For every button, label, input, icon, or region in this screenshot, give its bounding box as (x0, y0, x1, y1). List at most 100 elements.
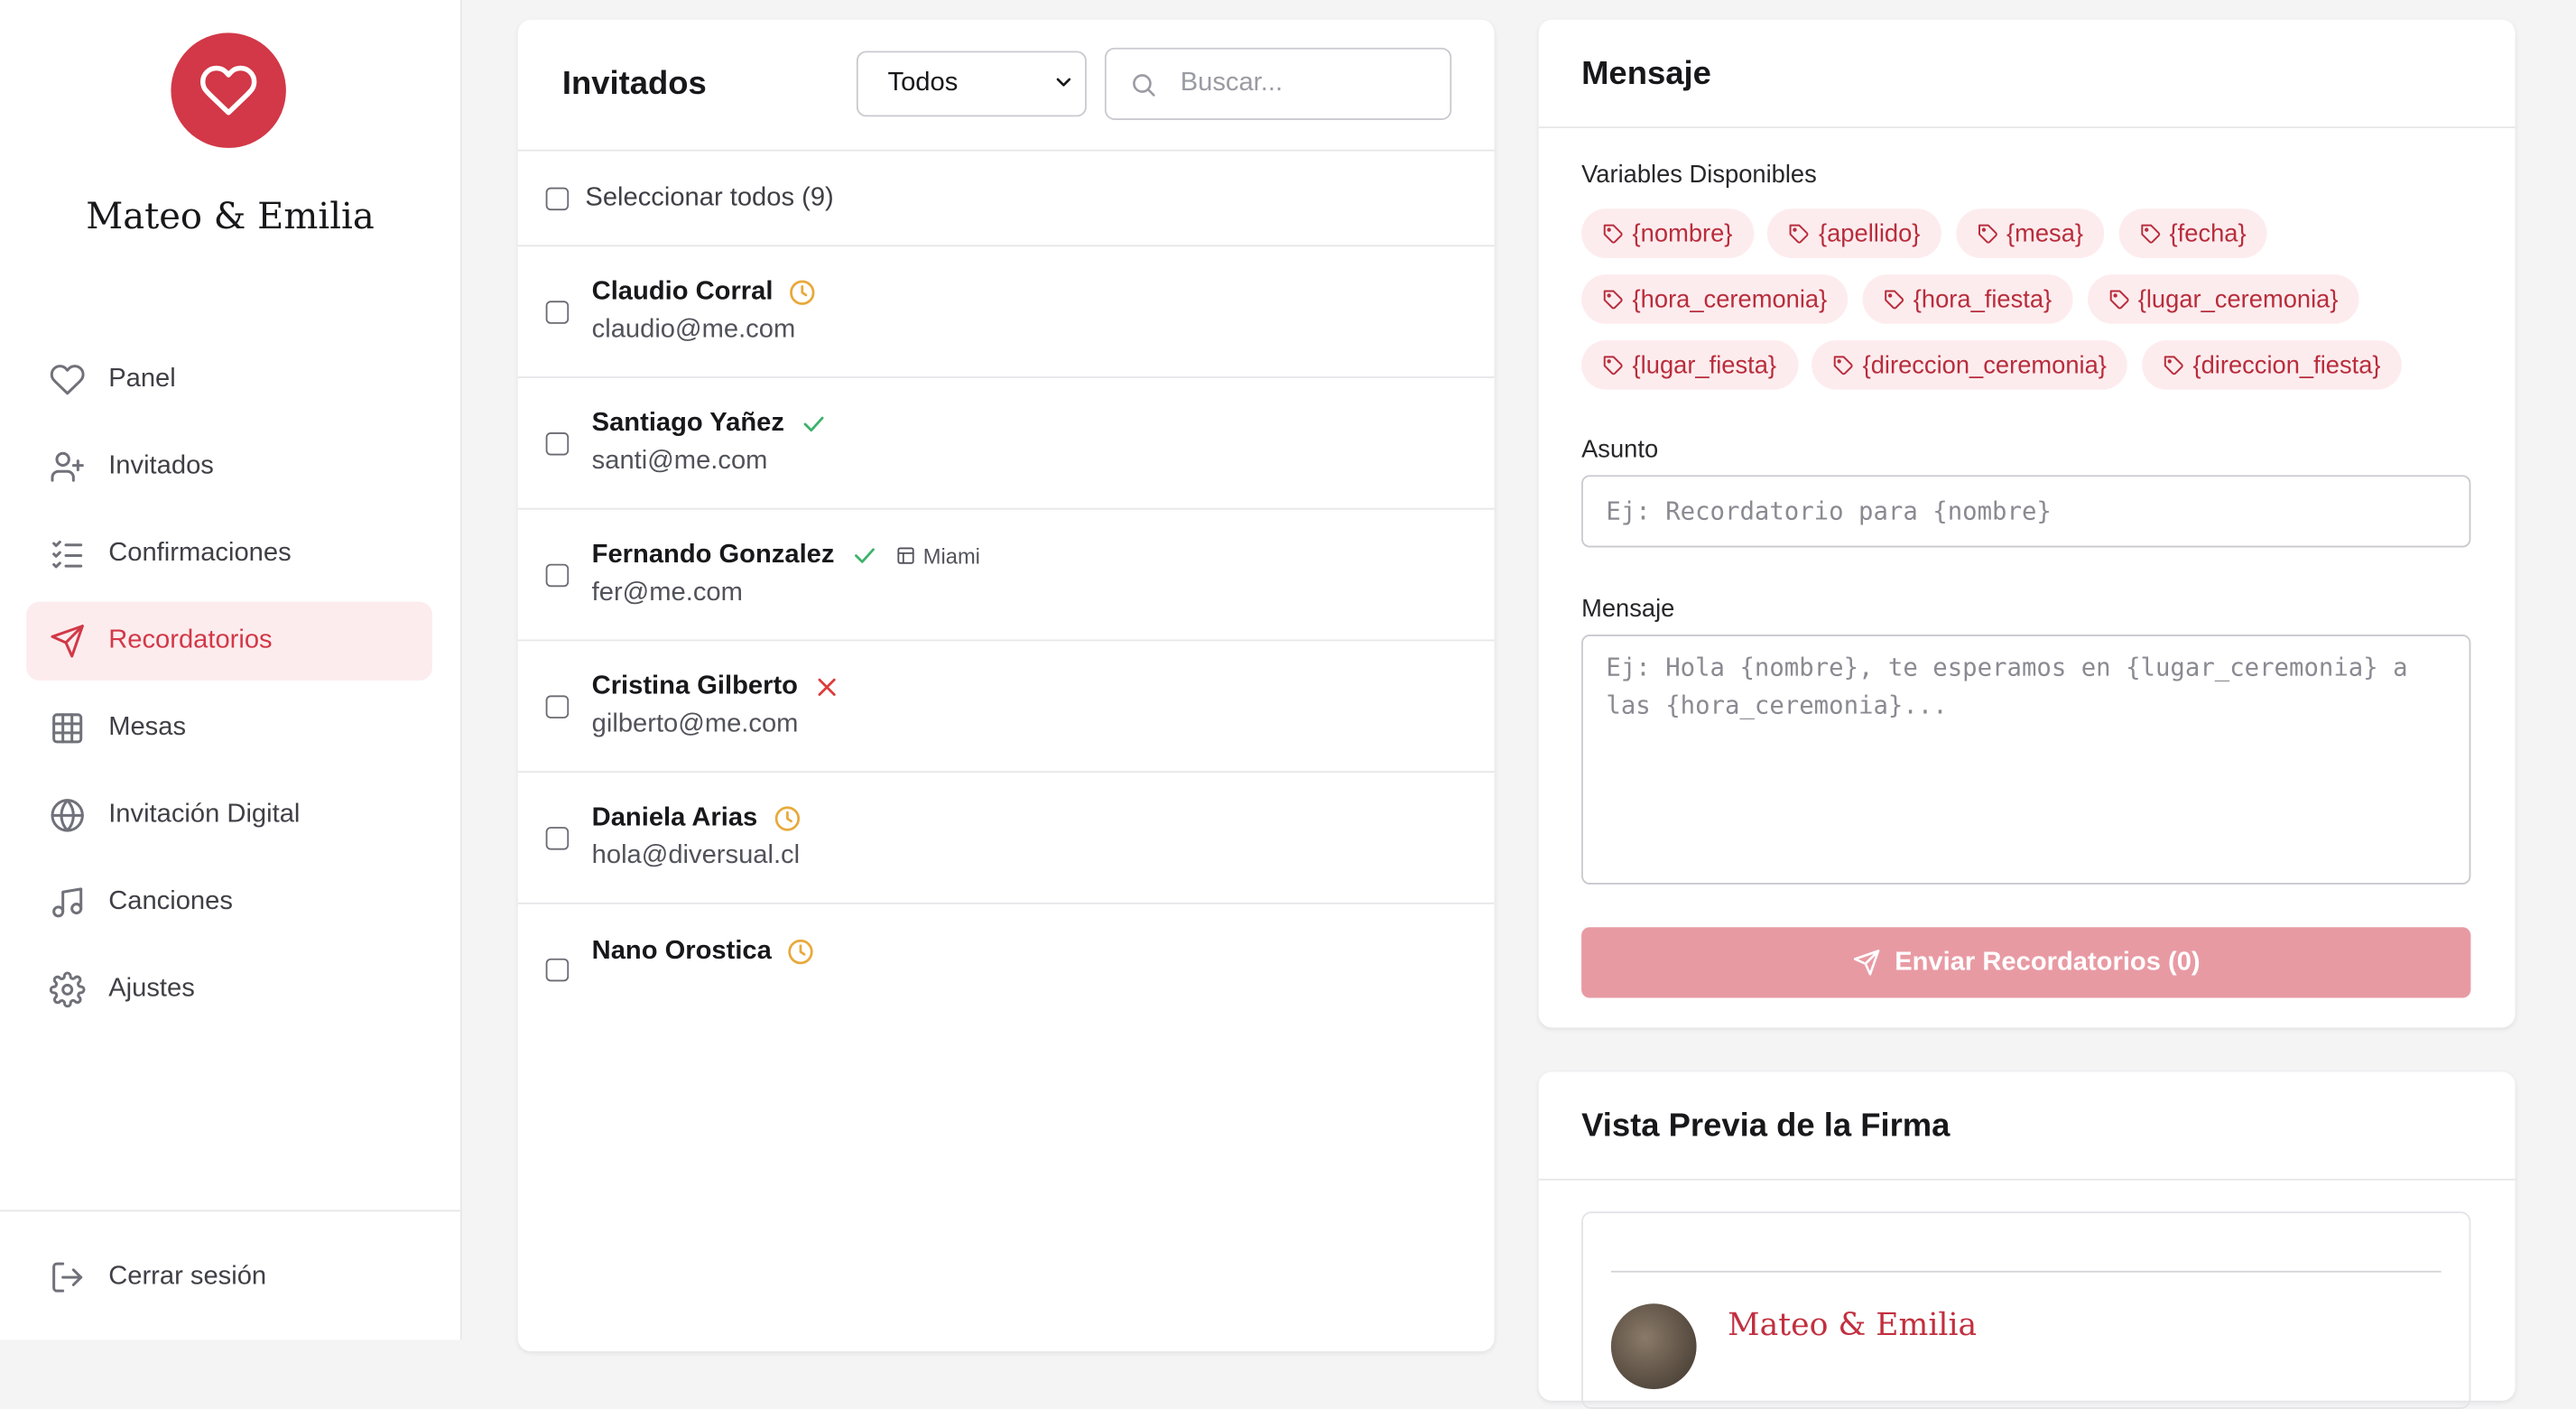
variable-chip-label: {direccion_fiesta} (2192, 350, 2381, 379)
table-name: Miami (922, 542, 980, 569)
variable-chip[interactable]: {lugar_ceremonia} (2087, 274, 2360, 324)
variables-list: {nombre} {apellido} {mesa} {fecha} {hora… (1581, 209, 2478, 406)
variable-chip[interactable]: {lugar_fiesta} (1581, 340, 1798, 390)
logo (171, 32, 286, 148)
app-root: Mateo & Emilia Panel Invitados Confirmac… (0, 0, 2576, 1409)
variable-chip-label: {apellido} (1818, 219, 1921, 248)
tag-icon (2140, 223, 2160, 243)
sidebar-item-label: Invitación Digital (108, 800, 301, 829)
body-placeholder-line: las {hora_ceremonia}... (1606, 690, 1948, 720)
gear-icon (49, 971, 86, 1008)
send-reminders-button[interactable]: Enviar Recordatorios (0) (1581, 927, 2471, 998)
clock-pending-icon (790, 280, 815, 305)
guest-checkbox[interactable] (545, 958, 570, 982)
search-placeholder: Buscar... (1180, 69, 1283, 97)
variable-chip-label: {lugar_fiesta} (1632, 350, 1777, 379)
variable-chip[interactable]: {direccion_ceremonia} (1812, 340, 2128, 390)
sidebar-item-label: Panel (108, 365, 176, 394)
signature-divider (1610, 1270, 2442, 1273)
logout-icon (52, 1262, 83, 1293)
table-tag: Miami (895, 543, 980, 568)
message-header: Mensaje (1538, 20, 2516, 129)
variable-chip-label: {nombre} (1632, 219, 1733, 248)
sidebar-item-panel[interactable]: Panel (26, 340, 432, 419)
variable-chip[interactable]: {nombre} (1581, 209, 1755, 258)
tag-icon (1790, 223, 1810, 243)
variable-chip-label: {mesa} (2006, 219, 2084, 248)
guest-checkbox[interactable] (545, 562, 570, 587)
body-placeholder-line: Ej: Hola {nombre}, te esperamos en {luga… (1606, 653, 2408, 682)
message-panel: Mensaje Variables Disponibles {nombre} {… (1538, 19, 2516, 1028)
sidebar-item-recordatorios[interactable]: Recordatorios (26, 601, 433, 681)
guest-email: hola@diversual.cl (591, 841, 801, 870)
tag-icon (1603, 355, 1623, 375)
guest-checkbox[interactable] (545, 300, 570, 323)
guest-row[interactable]: Claudio Corral claudio@me.com (517, 246, 1495, 378)
logout-label: Cerrar sesión (108, 1262, 267, 1291)
guest-row[interactable]: Cristina Gilberto gilberto@me.com (517, 641, 1495, 774)
preview-title: Vista Previa de la Firma (1581, 1108, 1951, 1145)
sidebar-item-confirmaciones[interactable]: Confirmaciones (26, 514, 432, 593)
guest-email: fer@me.com (591, 579, 743, 607)
select-all-row[interactable]: Seleccionar todos (9) (517, 152, 1495, 247)
tag-icon (1603, 289, 1623, 309)
variable-chip[interactable]: {direccion_fiesta} (2142, 340, 2403, 390)
variable-chip[interactable]: {fecha} (2118, 209, 2268, 258)
guest-row[interactable]: Daniela Arias hola@diversual.cl (517, 773, 1495, 904)
variable-chip[interactable]: {hora_fiesta} (1862, 274, 2073, 324)
sidebar-item-mesas[interactable]: Mesas (26, 689, 432, 767)
variable-chip-label: {lugar_ceremonia} (2137, 284, 2339, 313)
message-title: Mensaje (1581, 55, 1711, 92)
sidebar: Mateo & Emilia Panel Invitados Confirmac… (0, 0, 462, 1340)
variable-chip-label: {hora_fiesta} (1913, 284, 2052, 313)
guest-email: santi@me.com (591, 447, 768, 476)
sidebar-item-label: Ajustes (108, 975, 195, 1003)
guest-name: Cristina Gilberto (591, 672, 798, 700)
logout-button[interactable]: Cerrar sesión (50, 1259, 266, 1295)
guest-name: Daniela Arias (591, 803, 758, 832)
guest-checkbox[interactable] (545, 694, 570, 718)
signature-name: Mateo & Emilia (1728, 1306, 1978, 1344)
tag-icon (2164, 355, 2183, 375)
guest-row[interactable]: Nano Orostica (518, 904, 1495, 1003)
status-filter-select[interactable]: Todos (856, 51, 1087, 117)
select-all-checkbox[interactable] (545, 186, 570, 210)
message-textarea[interactable]: Ej: Hola {nombre}, te esperamos en {luga… (1581, 635, 2471, 885)
music-icon (52, 887, 83, 918)
clock-pending-icon (788, 939, 814, 965)
heart-logo-icon (199, 65, 257, 116)
sidebar-item-label: Invitados (108, 451, 214, 480)
tag-icon (1833, 355, 1853, 375)
search-input[interactable]: Buscar... (1104, 47, 1452, 120)
variable-chip-label: {fecha} (2169, 219, 2247, 248)
variable-chip[interactable]: {mesa} (1955, 209, 2105, 258)
sidebar-item-label: Confirmaciones (108, 539, 292, 568)
sidebar-item-ajustes[interactable]: Ajustes (26, 950, 432, 1029)
sidebar-item-invitacion-digital[interactable]: Invitación Digital (26, 776, 432, 855)
sidebar-item-label: Mesas (108, 713, 187, 742)
grid-icon (52, 713, 83, 744)
guest-row[interactable]: Santiago Yañez santi@me.com (517, 378, 1495, 510)
guest-row[interactable]: Fernando Gonzalez Miami fer@me.com (517, 510, 1495, 642)
guest-checkbox[interactable] (545, 431, 570, 455)
sidebar-item-invitados[interactable]: Invitados (26, 428, 432, 506)
check-confirmed-icon (854, 548, 875, 563)
guests-panel: Invitados Todos Buscar... Seleccionar to… (517, 19, 1495, 1352)
variable-chip[interactable]: {apellido} (1767, 209, 1942, 258)
couple-name: Mateo & Emilia (86, 197, 375, 239)
signature-preview-panel: Vista Previa de la Firma Mateo & Emilia (1538, 1071, 2516, 1409)
clock-pending-icon (774, 806, 800, 831)
sidebar-item-canciones[interactable]: Canciones (26, 863, 432, 941)
guest-checkbox[interactable] (545, 826, 570, 849)
subject-label: Asunto (1581, 435, 1659, 464)
user-plus-icon (51, 451, 84, 482)
signature-box: Mateo & Emilia (1581, 1211, 2471, 1409)
heart-icon (50, 365, 85, 395)
search-icon (1133, 73, 1155, 96)
guests-title: Invitados (561, 65, 707, 102)
subject-input[interactable]: Ej: Recordatorio para {nombre} (1581, 475, 2471, 548)
subject-placeholder: Ej: Recordatorio para {nombre} (1606, 496, 2052, 526)
select-all-label: Seleccionar todos (9) (585, 183, 834, 212)
variable-chip-label: {direccion_ceremonia} (1862, 350, 2107, 379)
variable-chip[interactable]: {hora_ceremonia} (1581, 274, 1849, 324)
